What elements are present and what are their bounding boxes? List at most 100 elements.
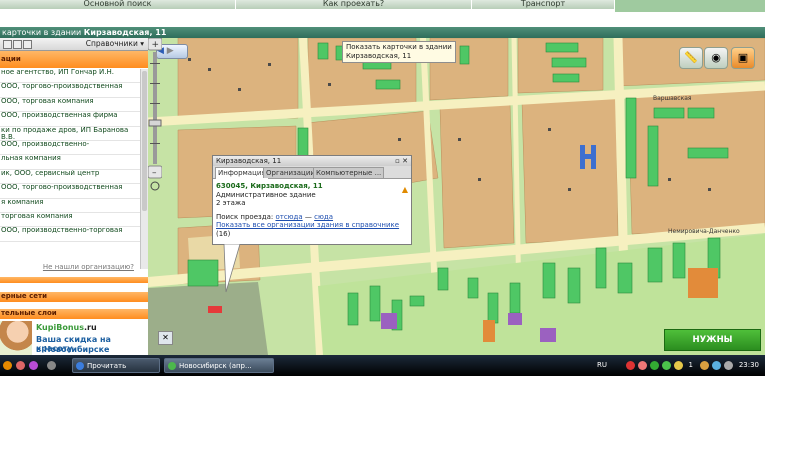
tray-icon[interactable] — [662, 361, 671, 370]
kupibonus-ad-banner[interactable]: KupiBonus.ru Ваша скидка на красоту в Но… — [0, 321, 148, 357]
tray-icon[interactable] — [674, 361, 683, 370]
window-title-address: Кирзаводская, 11 — [83, 28, 167, 37]
start-icon[interactable] — [3, 361, 12, 370]
popup-tabs: Информация Организации Компьютерные ... — [213, 166, 411, 179]
popup-title: Кирзаводская, 11 — [216, 157, 282, 165]
list-item[interactable]: ООО, торговая компания — [0, 98, 140, 113]
copy-icon[interactable] — [13, 40, 22, 49]
task-novosibirsk[interactable]: Новосибирск (апр... — [164, 358, 274, 373]
popup-building-type: Административное здание — [216, 190, 316, 199]
scrollbar-thumb[interactable] — [142, 71, 147, 211]
fullscreen-icon[interactable]: ✕ — [158, 331, 173, 345]
list-item[interactable]: ки по продаже дров, ИП Баранова В.В. — [0, 127, 140, 141]
nav-fill — [615, 0, 765, 12]
tray-icon[interactable] — [638, 361, 647, 370]
task-label: Прочитать сообще... — [87, 362, 127, 370]
route-from-link[interactable]: отсюда — [275, 213, 302, 221]
orange-section-spacer — [0, 277, 148, 283]
quicklaunch-icon[interactable] — [29, 361, 38, 370]
layers-icon[interactable]: ▣ — [731, 47, 755, 69]
not-found-link[interactable]: Не нашли организацию? — [43, 263, 134, 271]
organizations-header[interactable]: ации — [0, 51, 148, 68]
ad-brand-name: KupiBonus — [36, 323, 84, 332]
popup-body: 630045, Кирзаводская, 11 Административно… — [213, 179, 411, 241]
top-navigation: Основной поиск Как проехать? Транспорт — [0, 0, 765, 12]
ad-brand: KupiBonus.ru — [36, 323, 97, 332]
popup-header: Кирзаводская, 11 ▫ ✕ — [213, 156, 411, 166]
references-label: Справочники — [85, 39, 138, 48]
map-area[interactable]: Варшавская Немировича-Данченко ◀ ▶ + – ✕… — [148, 38, 765, 355]
list-item[interactable]: ик, ООО, сервисный центр — [0, 170, 140, 185]
tray-icon[interactable] — [700, 361, 709, 370]
tab-information[interactable]: Информация — [215, 167, 269, 179]
route-separator: — — [304, 212, 312, 221]
tray-icon[interactable] — [650, 361, 659, 370]
task-label: Новосибирск (апр... — [179, 362, 252, 370]
street-label: Варшавская — [653, 95, 692, 102]
ruler-icon[interactable]: 📏 — [679, 47, 703, 69]
zoom-slider[interactable]: + – — [148, 38, 162, 193]
warning-icon: ▲ — [401, 185, 408, 194]
task-email[interactable]: Прочитать сообще... — [72, 358, 160, 373]
svg-text:–: – — [152, 168, 157, 178]
clock[interactable]: 23:30 — [739, 355, 759, 376]
tooltip-line-1: Показать карточки в здании — [346, 43, 452, 51]
quicklaunch-icon[interactable] — [16, 361, 25, 370]
show-all-orgs-link[interactable]: Показать все организации здания в справо… — [216, 221, 399, 229]
building-info-popup: Кирзаводская, 11 ▫ ✕ Информация Организа… — [212, 155, 412, 245]
list-item[interactable]: ное агентство, ИП Гончар И.Н. — [0, 69, 140, 84]
chevron-down-icon: ▾ — [140, 39, 144, 48]
left-panel: Справочники ▾ ации ное агентство, ИП Гон… — [0, 38, 149, 376]
popup-pointer — [223, 244, 241, 293]
ad-brand-suffix: .ru — [83, 323, 97, 332]
list-item[interactable]: ООО, производственно- — [0, 141, 140, 156]
section-layers[interactable]: тельные слои — [0, 309, 148, 319]
nav-tab-transport[interactable]: Транспорт — [472, 0, 615, 9]
popup-show-all-row: Показать все организации здания в справо… — [216, 221, 408, 238]
clients-ad-button[interactable]: НУЖНЫ КЛИЕНТЫ? — [664, 329, 761, 351]
taskbar: Прочитать сообще... Новосибирск (апр... … — [0, 355, 765, 376]
window-title-bar: карточки в здании Кирзаводская, 11 — [0, 27, 765, 38]
quicklaunch-icon[interactable] — [47, 361, 56, 370]
print-icon[interactable] — [3, 40, 12, 49]
route-to-link[interactable]: сюда — [314, 213, 333, 221]
list-icon[interactable] — [23, 40, 32, 49]
language-indicator[interactable]: RU — [597, 355, 607, 376]
arrow-right-icon[interactable]: ▶ — [167, 46, 174, 56]
section-networks[interactable]: ерные сети — [0, 292, 148, 302]
list-item[interactable]: ООО, производственно-торговая — [0, 227, 140, 242]
window-title: карточки в здании — [2, 28, 82, 37]
left-toolbar: Справочники ▾ — [0, 38, 148, 51]
list-item[interactable]: ООО, торгово-производственная — [0, 83, 140, 98]
popup-address: 630045, Кирзаводская, 11 — [216, 182, 323, 190]
volume-icon[interactable] — [724, 361, 733, 370]
nav-tab-main-search[interactable]: Основной поиск — [0, 0, 236, 9]
compass-icon[interactable]: ◉ — [704, 47, 728, 69]
list-item[interactable]: ООО, производственная фирма — [0, 112, 140, 127]
list-item[interactable]: льная компания — [0, 155, 140, 170]
nav-tab-route[interactable]: Как проехать? — [236, 0, 472, 9]
popup-route-row: Поиск проезда: отсюда — сюда — [216, 213, 408, 222]
list-item[interactable]: я компания — [0, 199, 140, 213]
close-icon[interactable]: ▫ ✕ — [395, 156, 408, 166]
list-item[interactable]: торговая компания — [0, 213, 140, 228]
screenshot: Основной поиск Как проехать? Транспорт к… — [0, 0, 765, 376]
network-icon[interactable] — [712, 361, 721, 370]
svg-text:+: + — [152, 40, 160, 50]
app-icon — [168, 362, 176, 370]
map-tooltip: Показать карточки в здании Кирзаводская,… — [342, 41, 456, 63]
references-dropdown[interactable]: Справочники ▾ — [86, 39, 144, 48]
tab-computer[interactable]: Компьютерные ... — [313, 167, 385, 178]
street-label: Немировича-Данченко — [668, 228, 740, 235]
organization-list: ное агентство, ИП Гончар И.Н. ООО, торго… — [0, 69, 140, 266]
tray-number: 1 — [688, 361, 693, 369]
ie-icon — [76, 362, 84, 370]
popup-floors: 2 этажа — [216, 199, 246, 207]
tab-organizations[interactable]: Организации — [263, 167, 318, 178]
list-item[interactable]: ООО, торгово-производственная — [0, 184, 140, 199]
show-all-count: (16) — [216, 229, 231, 238]
ad-line-2: в Новосибирске — [36, 345, 110, 354]
tray-icon[interactable] — [626, 361, 635, 370]
route-label: Поиск проезда: — [216, 212, 274, 221]
tooltip-line-2: Кирзаводская, 11 — [346, 52, 412, 60]
